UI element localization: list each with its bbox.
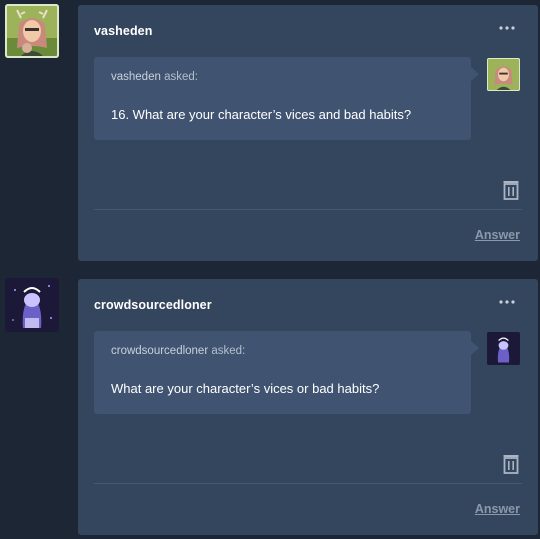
- ask-bubble: vasheden asked: 16. What are your charac…: [94, 57, 479, 140]
- asked-label: asked:: [208, 345, 246, 357]
- ellipsis-icon[interactable]: [498, 21, 516, 35]
- avatar[interactable]: [5, 4, 59, 58]
- asker-avatar[interactable]: [487, 332, 520, 365]
- trash-icon[interactable]: [503, 454, 519, 474]
- avatar-image: [5, 278, 59, 332]
- asker-line: crowdsourcedloner asked:: [111, 345, 245, 357]
- divider: [94, 483, 522, 484]
- question-text: 16. What are your character’s vices and …: [111, 107, 412, 122]
- asker-name[interactable]: crowdsourcedloner: [111, 345, 208, 357]
- asker-avatar-image: [487, 332, 520, 365]
- asker-name[interactable]: vasheden: [111, 71, 161, 83]
- ask-bubble: crowdsourcedloner asked: What are your c…: [94, 331, 479, 414]
- asker-avatar-image: [487, 58, 520, 91]
- post-card: vasheden vasheden asked: 16. What are yo…: [78, 5, 538, 261]
- avatar-image: [5, 4, 59, 58]
- ellipsis-icon[interactable]: [498, 295, 516, 309]
- answer-button[interactable]: Answer: [475, 502, 520, 516]
- divider: [94, 209, 522, 210]
- trash-icon[interactable]: [503, 180, 519, 200]
- asked-label: asked:: [160, 71, 198, 83]
- question-text: What are your character’s vices or bad h…: [111, 381, 380, 396]
- answer-button[interactable]: Answer: [475, 228, 520, 242]
- post-username[interactable]: vasheden: [94, 24, 152, 38]
- asker-avatar[interactable]: [487, 58, 520, 91]
- post-card: crowdsourcedloner crowdsourcedloner aske…: [78, 279, 538, 535]
- asker-line: vasheden asked:: [111, 71, 198, 83]
- avatar[interactable]: [5, 278, 59, 332]
- post-username[interactable]: crowdsourcedloner: [94, 298, 212, 312]
